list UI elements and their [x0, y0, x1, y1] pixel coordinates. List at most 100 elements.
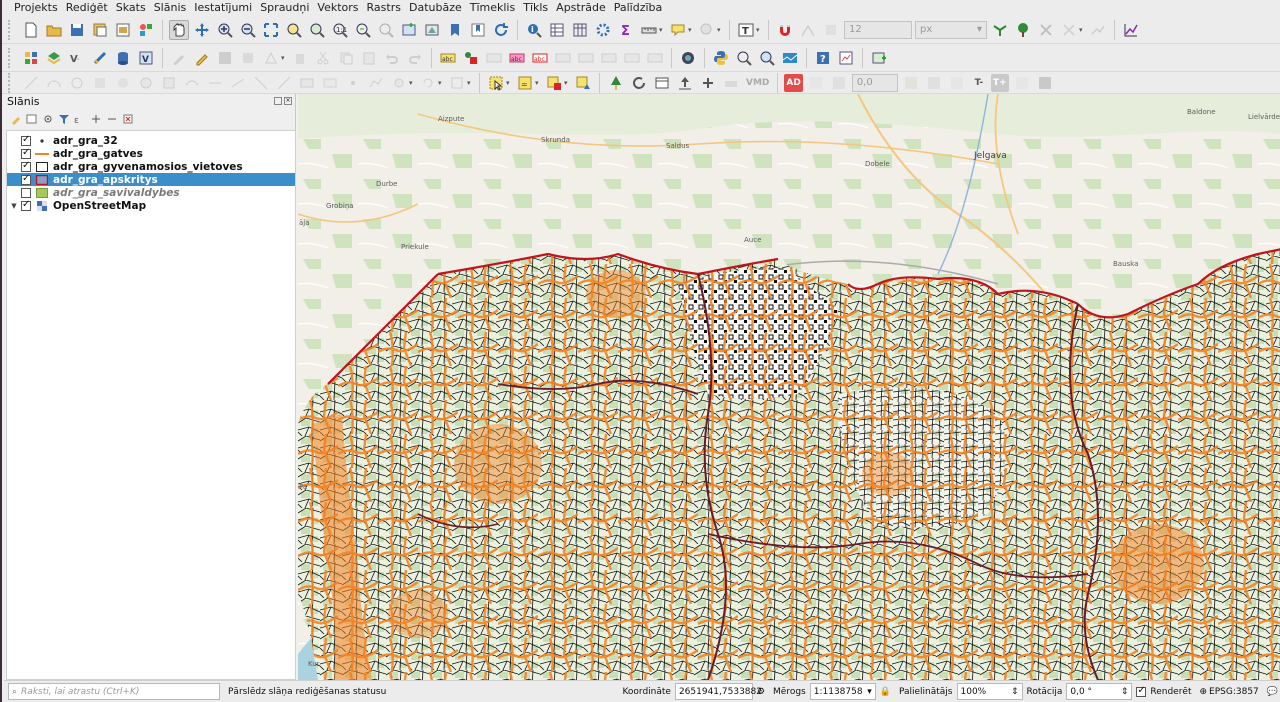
filter-legend-icon[interactable] — [58, 113, 70, 125]
save-project-icon[interactable] — [67, 20, 87, 40]
menu-apstrade[interactable]: Apstrāde — [552, 0, 610, 16]
chevron-down-icon[interactable]: ▾ — [659, 26, 665, 34]
add-ring-icon[interactable] — [67, 73, 87, 93]
delete-part-icon[interactable] — [1036, 20, 1056, 40]
chevron-down-icon[interactable]: ▾ — [506, 79, 512, 87]
add-delimited-text-icon[interactable]: V, — [67, 48, 87, 68]
select-features-icon[interactable] — [486, 73, 506, 93]
change-label-icon[interactable] — [599, 48, 619, 68]
toolbar-grip[interactable] — [8, 47, 14, 68]
ad-lock-icon[interactable] — [901, 73, 921, 93]
split-parts-icon[interactable] — [274, 73, 294, 93]
refresh-layer-icon[interactable] — [629, 73, 649, 93]
move-label-icon[interactable] — [553, 48, 573, 68]
style-panel-icon[interactable] — [10, 113, 22, 125]
pan-map-icon[interactable] — [169, 19, 189, 40]
zoom-native-icon[interactable]: 1:1 — [330, 20, 350, 40]
adv-digitize-icon[interactable] — [21, 73, 41, 93]
layer-item[interactable]: adr_gra_gatves — [7, 147, 295, 160]
layer-visibility-checkbox[interactable] — [21, 199, 31, 211]
layer-visibility-checkbox[interactable] — [21, 173, 31, 185]
scale-combobox[interactable]: 1:1138758 ▾ — [809, 683, 876, 700]
snapping-vertex-icon[interactable] — [798, 20, 818, 40]
metasearch-icon[interactable] — [678, 48, 698, 68]
delete-ring-icon[interactable] — [1059, 20, 1079, 40]
identify-features-icon[interactable]: i — [524, 20, 544, 40]
menu-timeklis[interactable]: Tīmeklis — [466, 0, 519, 16]
zoom-in-icon[interactable] — [215, 20, 235, 40]
delete-ring-tool-icon[interactable] — [136, 73, 156, 93]
rotation-spinbox[interactable]: 0,0 ° ⇕ — [1066, 683, 1133, 700]
ad-clear-icon[interactable] — [1012, 73, 1032, 93]
map-svg[interactable]: Aizpute Skrunda Saldus Dobele Jelgava Ba… — [298, 94, 1280, 680]
layer-item[interactable]: adr_gra_gyvenamosios_vietoves — [7, 160, 295, 173]
coordinate-field[interactable]: 2651941,7533882 — [674, 683, 762, 700]
undo-icon[interactable] — [382, 48, 402, 68]
ad-button[interactable]: AD — [784, 73, 803, 92]
add-circular-string-icon[interactable] — [44, 73, 64, 93]
add-group-small-icon[interactable] — [26, 113, 38, 125]
add-virtual-layer-icon[interactable]: V — [136, 48, 156, 68]
chevron-down-icon[interactable]: ▾ — [1079, 26, 1085, 34]
vmd-button[interactable]: VMD — [744, 74, 771, 92]
data-source-manager-icon[interactable] — [21, 48, 41, 68]
paste-features-icon[interactable] — [359, 48, 379, 68]
help-icon[interactable]: ? — [813, 48, 833, 68]
add-group-icon[interactable] — [869, 48, 889, 68]
refresh-icon[interactable] — [491, 20, 511, 40]
toggle-extents-icon[interactable]: ⚙ — [757, 687, 765, 697]
zoom-full-icon[interactable] — [261, 20, 281, 40]
graph-icon[interactable] — [1121, 20, 1141, 40]
chevron-down-icon[interactable]: ▾ — [688, 26, 694, 34]
magnet-snapping-icon[interactable] — [775, 20, 795, 40]
map-tips-icon[interactable] — [668, 20, 688, 40]
render-checkbox[interactable] — [1136, 685, 1147, 697]
redo-icon[interactable] — [405, 48, 425, 68]
layout-manager-icon[interactable] — [836, 48, 856, 68]
chevron-down-icon[interactable]: ▼ — [7, 202, 21, 210]
fill-ring-icon[interactable] — [113, 73, 133, 93]
layer-item-selected[interactable]: adr_gra_apskritys — [7, 173, 295, 186]
chevron-down-icon[interactable]: ▾ — [438, 79, 444, 87]
filter-expression-icon[interactable]: ε — [74, 113, 86, 126]
new-project-icon[interactable] — [21, 20, 41, 40]
ad-distance-icon[interactable] — [947, 73, 967, 93]
printer-icon[interactable] — [721, 73, 741, 93]
toolbar-grip[interactable] — [8, 72, 14, 93]
merge-attributes-icon[interactable] — [320, 73, 340, 93]
save-as-icon[interactable] — [90, 20, 110, 40]
expand-all-icon[interactable] — [90, 113, 102, 125]
plus-icon[interactable] — [698, 73, 718, 93]
show-hide-labels-icon[interactable]: abc — [530, 48, 550, 68]
cut-features-icon[interactable] — [313, 48, 333, 68]
chevron-down-icon[interactable]: ▾ — [535, 79, 541, 87]
geocoder-icon[interactable] — [757, 48, 777, 68]
merge-features-icon[interactable] — [297, 73, 317, 93]
digitize-line-icon[interactable] — [990, 20, 1010, 40]
scale-feature-icon[interactable] — [447, 73, 467, 93]
new-3d-view-icon[interactable] — [422, 20, 442, 40]
chevron-down-icon[interactable]: ▾ — [717, 26, 723, 34]
chevron-down-icon[interactable]: ▾ — [281, 54, 287, 62]
menu-rastrs[interactable]: Rastrs — [363, 0, 405, 16]
text-minus-button[interactable]: T- — [970, 74, 988, 92]
menu-rediget[interactable]: Rediģēt — [62, 0, 112, 16]
select-by-value-icon[interactable]: = — [515, 73, 535, 93]
label-toolbar-icon[interactable]: abc — [438, 48, 458, 68]
reverse-line-icon[interactable] — [205, 73, 225, 93]
float-panel-icon[interactable] — [274, 97, 282, 105]
close-panel-icon[interactable]: × — [284, 97, 292, 105]
text-plus-button[interactable]: T+ — [990, 73, 1009, 92]
angle-spinbox[interactable]: 0,0 — [851, 73, 898, 92]
save-edits-icon[interactable] — [215, 48, 235, 68]
add-db-layer-icon[interactable] — [113, 48, 133, 68]
rotate-label-icon[interactable] — [576, 48, 596, 68]
magnifier-spinbox[interactable]: 100% ⇕ — [956, 683, 1023, 700]
simplify-icon[interactable] — [366, 73, 386, 93]
digitize-tree-icon[interactable] — [606, 73, 626, 93]
crs-button[interactable]: EPSG:3857 — [1209, 687, 1259, 697]
zoom-to-layer-icon[interactable] — [307, 20, 327, 40]
layer-item[interactable]: ▼ OpenStreetMap — [7, 199, 295, 212]
font-size-spinbox[interactable]: 12 — [844, 20, 912, 39]
add-spatialite-icon[interactable] — [90, 48, 110, 68]
